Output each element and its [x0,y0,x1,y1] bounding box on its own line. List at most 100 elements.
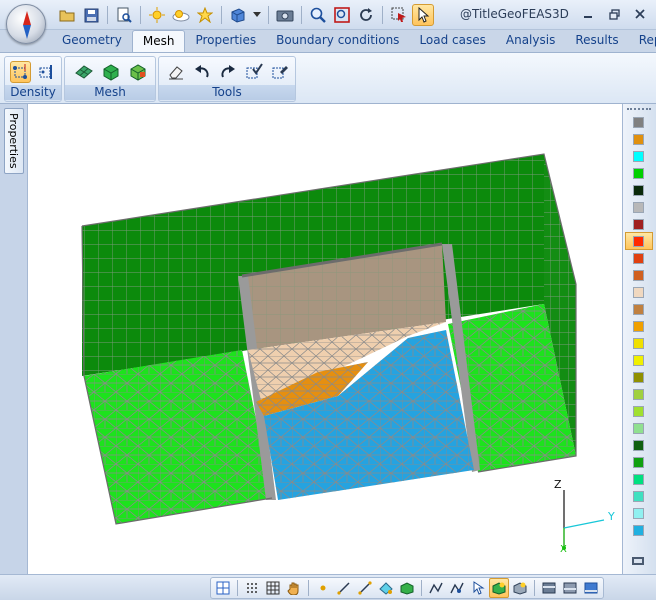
close-icon[interactable] [628,4,652,24]
separator [221,6,222,24]
zoom-window-icon[interactable] [331,4,353,26]
mesh-settings-icon[interactable] [269,61,290,83]
left-ground-mesh [84,350,272,524]
node-edit-icon[interactable] [447,578,467,598]
palette-color-swatch[interactable] [633,525,644,536]
undo-icon[interactable] [191,61,212,83]
palette-color-swatch[interactable] [633,406,644,417]
display-1-icon[interactable] [539,578,559,598]
separator [534,580,535,596]
density-edge-icon[interactable] [35,61,56,83]
palette-grip[interactable] [627,108,651,112]
palette-color-swatch[interactable] [633,304,644,315]
view-wire-icon[interactable] [510,578,530,598]
eraser-icon[interactable] [165,61,186,83]
grid-icon[interactable] [213,578,233,598]
tab-reports[interactable]: Reports [629,30,656,52]
palette-color-swatch[interactable] [633,321,644,332]
palette-color-swatch[interactable] [633,219,644,230]
tab-load-cases[interactable]: Load cases [409,30,495,52]
tab-geometry[interactable]: Geometry [52,30,132,52]
redo-icon[interactable] [217,61,238,83]
tab-boundary-conditions[interactable]: Boundary conditions [266,30,409,52]
ribbon-tabs: Geometry Mesh Properties Boundary condit… [0,30,656,52]
mesh-volume-icon[interactable] [100,61,122,83]
bottom-toolbar [0,574,656,600]
compass-needle-icon [23,11,31,25]
zoom-icon[interactable] [307,4,329,26]
node-icon[interactable] [426,578,446,598]
palette-color-swatch[interactable] [633,287,644,298]
display-3-icon[interactable] [581,578,601,598]
palette-color-swatch[interactable] [633,491,644,502]
ribbon-group-tools: Tools [158,56,296,102]
node-move-icon[interactable] [468,578,488,598]
compass-needle-south [23,25,31,39]
table-grid-icon[interactable] [263,578,283,598]
cloud-icon[interactable] [170,4,192,26]
rotate-icon[interactable] [355,4,377,26]
segment-icon[interactable] [355,578,375,598]
group-label-tools: Tools [159,85,295,100]
separator [107,6,108,24]
solid-icon[interactable] [397,578,417,598]
save-icon[interactable] [80,4,102,26]
tab-mesh[interactable]: Mesh [131,30,186,52]
hand-icon[interactable] [284,578,304,598]
separator [301,6,302,24]
point-icon[interactable] [313,578,333,598]
palette-color-swatch[interactable] [633,508,644,519]
mesh-refine-icon[interactable] [127,61,149,83]
axis-label-x: X [560,544,567,555]
density-node-icon[interactable] [10,61,32,83]
palette-color-swatch[interactable] [633,338,644,349]
palette-color-swatch[interactable] [633,423,644,434]
open-folder-icon[interactable] [56,4,78,26]
palette-color-swatch[interactable] [633,474,644,485]
separator [421,580,422,596]
check-mesh-icon[interactable] [243,61,264,83]
line-icon[interactable] [334,578,354,598]
left-side-panel: Properties [0,104,28,574]
sun-icon[interactable] [146,4,168,26]
palette-color-swatch[interactable] [633,117,644,128]
tab-properties[interactable]: Properties [185,30,266,52]
palette-settings-icon[interactable] [632,556,646,568]
minimize-icon[interactable] [576,4,600,24]
properties-side-tab[interactable]: Properties [4,108,24,174]
palette-color-swatch[interactable] [633,389,644,400]
palette-color-swatch[interactable] [633,253,644,264]
star-icon[interactable] [194,4,216,26]
mesh-surface-icon[interactable] [73,61,95,83]
view-shaded-icon[interactable] [489,578,509,598]
palette-color-swatch[interactable] [633,372,644,383]
cube-icon[interactable] [227,4,249,26]
model-viewport[interactable]: Z Y X [28,104,622,574]
palette-color-swatch[interactable] [633,270,644,281]
print-preview-icon[interactable] [113,4,135,26]
select-region-icon[interactable] [388,4,410,26]
application-menu-button[interactable] [6,4,46,44]
tab-analysis[interactable]: Analysis [496,30,565,52]
palette-color-swatch[interactable] [633,134,644,145]
palette-color-swatch[interactable] [633,355,644,366]
fill-icon[interactable] [376,578,396,598]
palette-color-swatch[interactable] [633,185,644,196]
palette-color-swatch[interactable] [633,168,644,179]
palette-color-swatch[interactable] [633,457,644,468]
mesh-model[interactable]: Z Y X [28,104,622,574]
dropdown-icon[interactable] [251,4,263,26]
ribbon-group-mesh: Mesh [64,56,156,102]
tab-results[interactable]: Results [565,30,628,52]
dot-grid-icon[interactable] [242,578,262,598]
palette-color-swatch[interactable] [633,236,644,247]
camera-icon[interactable] [274,4,296,26]
palette-color-swatch[interactable] [633,440,644,451]
quick-access-toolbar [56,4,434,26]
palette-color-swatch[interactable] [633,151,644,162]
palette-color-swatch[interactable] [633,202,644,213]
display-2-icon[interactable] [560,578,580,598]
restore-icon[interactable] [602,4,626,24]
group-label-mesh: Mesh [65,85,155,100]
pointer-icon[interactable] [412,4,434,26]
